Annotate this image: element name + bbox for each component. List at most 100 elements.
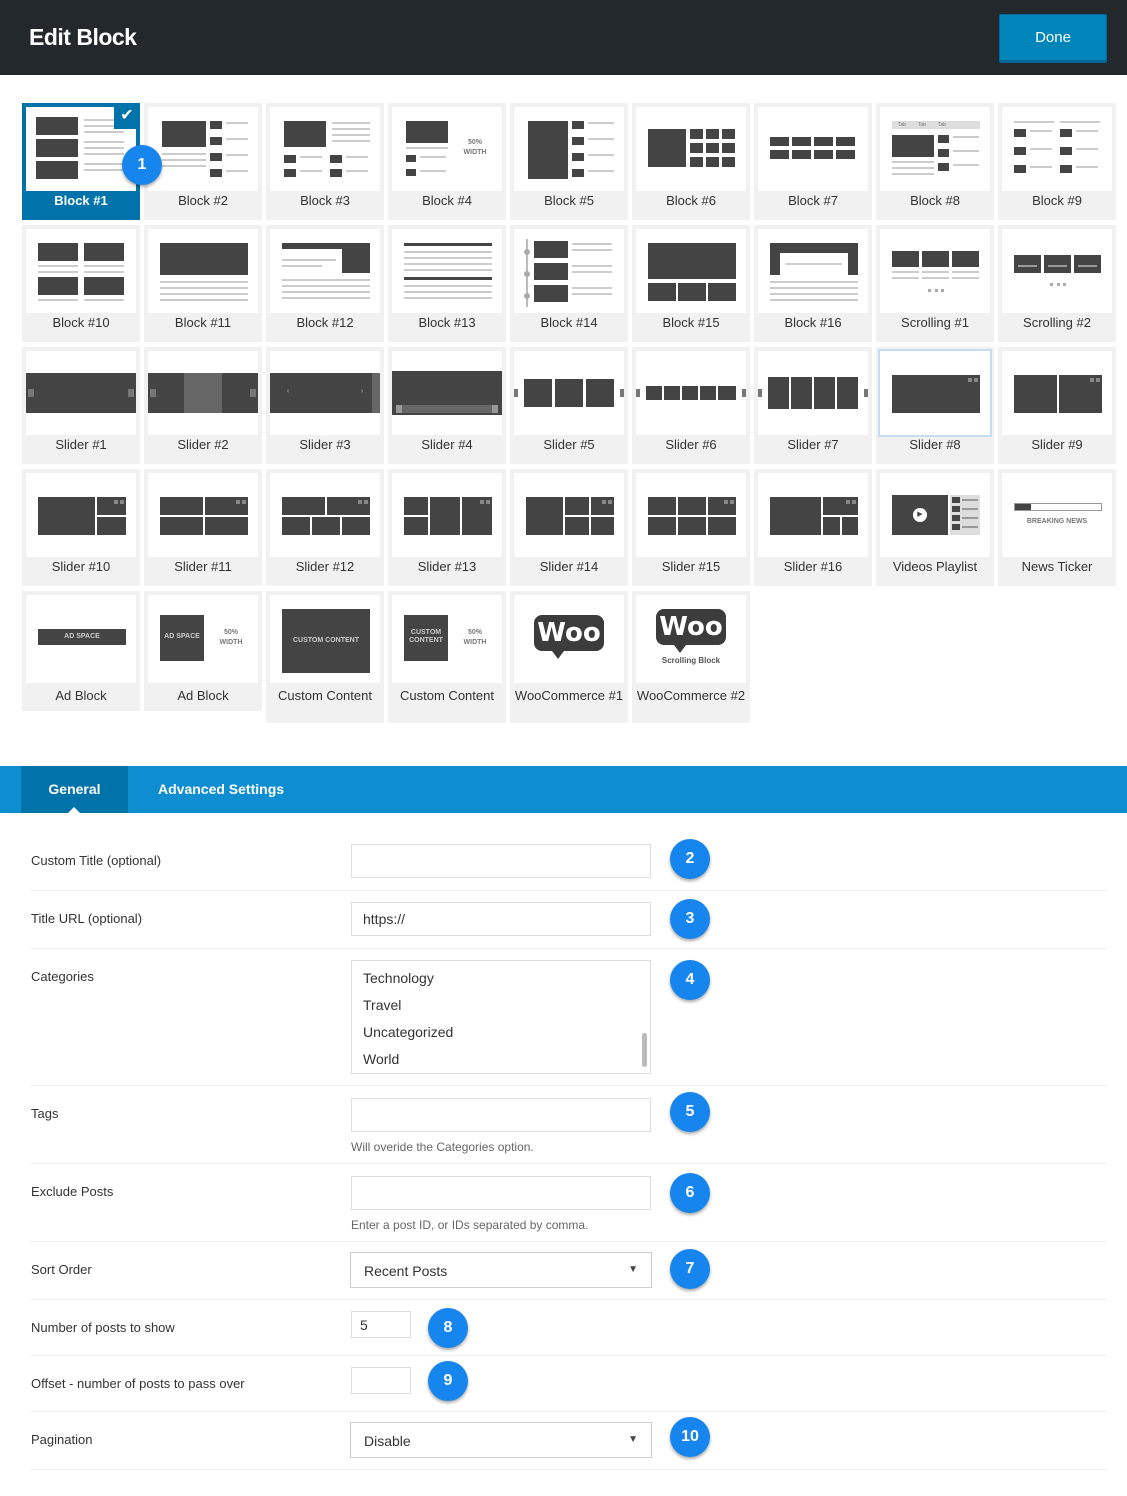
row-num-posts: Number of posts to show (30, 1300, 1107, 1356)
tile-slider-15[interactable]: Slider #15 (632, 469, 750, 586)
tile-slider-13[interactable]: Slider #13 (388, 469, 506, 586)
thumb-slider-15 (636, 473, 746, 557)
category-option[interactable]: Technology (363, 970, 434, 986)
tile-slider-8[interactable]: Slider #8 (876, 347, 994, 464)
tile-ad-block-1[interactable]: AD SPACE Ad Block (22, 591, 140, 711)
tile-label: Slider #16 (783, 559, 843, 574)
pagination-select[interactable]: Disable ▼ (350, 1422, 652, 1458)
num-posts-input[interactable] (351, 1311, 411, 1338)
category-option[interactable]: Travel (363, 997, 401, 1013)
tile-block-7[interactable]: Block #7 (754, 103, 872, 220)
tile-slider-5[interactable]: Slider #5 (510, 347, 628, 464)
tile-woocommerce-2[interactable]: Woo Scrolling Block WooCommerce #2 (632, 591, 750, 723)
tile-block-11[interactable]: Block #11 (144, 225, 262, 342)
row-pagination: Pagination Disable ▼ (30, 1412, 1107, 1470)
thumb-block-16 (758, 229, 868, 313)
callout-badge-7: 7 (670, 1249, 710, 1289)
tile-block-12[interactable]: Block #12 (266, 225, 384, 342)
tile-slider-2[interactable]: Slider #2 (144, 347, 262, 464)
tile-label: WooCommerce #2 (636, 688, 746, 703)
title-url-input[interactable] (351, 902, 651, 936)
woo-logo-icon: Woo (534, 615, 604, 651)
tab-general[interactable]: General (21, 766, 128, 814)
category-option[interactable]: Uncategorized (363, 1024, 453, 1040)
row-categories: Categories Technology Travel Uncategoriz… (30, 949, 1107, 1086)
tile-label: Slider #8 (909, 437, 961, 452)
tile-slider-12[interactable]: Slider #12 (266, 469, 384, 586)
tile-block-4[interactable]: 50% WIDTH Block #4 (388, 103, 506, 220)
thumb-slider-7 (758, 351, 868, 435)
thumb-block-14 (514, 229, 624, 313)
tile-woocommerce-1[interactable]: Woo WooCommerce #1 (510, 591, 628, 723)
thumb-slider-13 (392, 473, 502, 557)
tile-block-3[interactable]: Block #3 (266, 103, 384, 220)
tile-custom-content-1[interactable]: CUSTOM CONTENT Custom Content (266, 591, 384, 723)
tab-advanced-settings[interactable]: Advanced Settings (158, 766, 284, 813)
tile-label: Block #11 (174, 315, 232, 330)
thumb-scrolling-2 (1002, 229, 1112, 313)
tile-slider-10[interactable]: Slider #10 (22, 469, 140, 586)
done-button[interactable]: Done (999, 14, 1107, 61)
tile-label: Slider #15 (661, 559, 721, 574)
tags-input[interactable] (351, 1098, 651, 1132)
thumb-custom-content-2: CUSTOM CONTENT 50% WIDTH (392, 595, 502, 683)
custom-title-input[interactable] (351, 844, 651, 878)
woo-logo-icon: Woo (656, 609, 726, 645)
num-posts-label: Number of posts to show (31, 1320, 175, 1335)
tile-block-14[interactable]: Block #14 (510, 225, 628, 342)
tile-slider-11[interactable]: Slider #11 (144, 469, 262, 586)
tile-slider-6[interactable]: Slider #6 (632, 347, 750, 464)
tile-slider-4[interactable]: Slider #4 (388, 347, 506, 464)
tile-label: Block #6 (666, 193, 716, 208)
sort-order-select[interactable]: Recent Posts ▼ (350, 1252, 652, 1288)
tile-label: Ad Block (177, 688, 229, 703)
tile-slider-9[interactable]: Slider #9 (998, 347, 1116, 464)
tile-slider-14[interactable]: Slider #14 (510, 469, 628, 586)
callout-badge-6: 6 (670, 1173, 710, 1213)
thumb-slider-6 (636, 351, 746, 435)
thumb-videos-playlist: ▶ (880, 473, 990, 557)
tile-label: Block #1 (54, 193, 108, 208)
tile-label: Block #4 (422, 193, 472, 208)
tags-label: Tags (31, 1106, 59, 1121)
thumb-block-4: 50% WIDTH (392, 107, 502, 191)
tile-ad-block-2[interactable]: AD SPACE 50% WIDTH Ad Block (144, 591, 262, 711)
tile-videos-playlist[interactable]: ▶ Videos Playlist (876, 469, 994, 586)
tile-label: WooCommerce #1 (514, 688, 624, 703)
tile-block-15[interactable]: Block #15 (632, 225, 750, 342)
tile-block-6[interactable]: Block #6 (632, 103, 750, 220)
offset-input[interactable] (351, 1367, 411, 1394)
exclude-posts-input[interactable] (351, 1176, 651, 1210)
tile-custom-content-2[interactable]: CUSTOM CONTENT 50% WIDTH Custom Content (388, 591, 506, 723)
categories-listbox[interactable]: Technology Travel Uncategorized World (351, 960, 651, 1074)
header-bar: Edit Block Done (0, 0, 1127, 75)
tile-block-9[interactable]: Block #9 (998, 103, 1116, 220)
category-option[interactable]: World (363, 1051, 399, 1067)
tile-label: Block #13 (418, 315, 476, 330)
tile-label: Slider #3 (299, 437, 351, 452)
tile-news-ticker[interactable]: BREAKING NEWS News Ticker (998, 469, 1116, 586)
tile-scrolling-1[interactable]: Scrolling #1 (876, 225, 994, 342)
tile-slider-16[interactable]: Slider #16 (754, 469, 872, 586)
tile-block-10[interactable]: Block #10 (22, 225, 140, 342)
thumb-slider-1 (26, 351, 136, 435)
tile-label: Slider #5 (543, 437, 595, 452)
thumb-block-3 (270, 107, 380, 191)
callout-badge-4: 4 (670, 960, 710, 1000)
thumb-slider-14 (514, 473, 624, 557)
tile-slider-3[interactable]: ‹ › Slider #3 (266, 347, 384, 464)
tile-label: Slider #14 (539, 559, 599, 574)
thumb-slider-16 (758, 473, 868, 557)
tile-label: Block #12 (296, 315, 354, 330)
tile-slider-1[interactable]: Slider #1 (22, 347, 140, 464)
title-url-label: Title URL (optional) (31, 911, 143, 926)
listbox-scrollbar[interactable] (642, 1033, 647, 1067)
tile-block-5[interactable]: Block #5 (510, 103, 628, 220)
tile-block-8[interactable]: Tab Tab Tab Block #8 (876, 103, 994, 220)
tile-block-13[interactable]: Block #13 (388, 225, 506, 342)
tile-label: Block #8 (910, 193, 960, 208)
tile-block-16[interactable]: Block #16 (754, 225, 872, 342)
tile-scrolling-2[interactable]: Scrolling #2 (998, 225, 1116, 342)
tile-slider-7[interactable]: Slider #7 (754, 347, 872, 464)
callout-badge-2: 2 (670, 839, 710, 879)
